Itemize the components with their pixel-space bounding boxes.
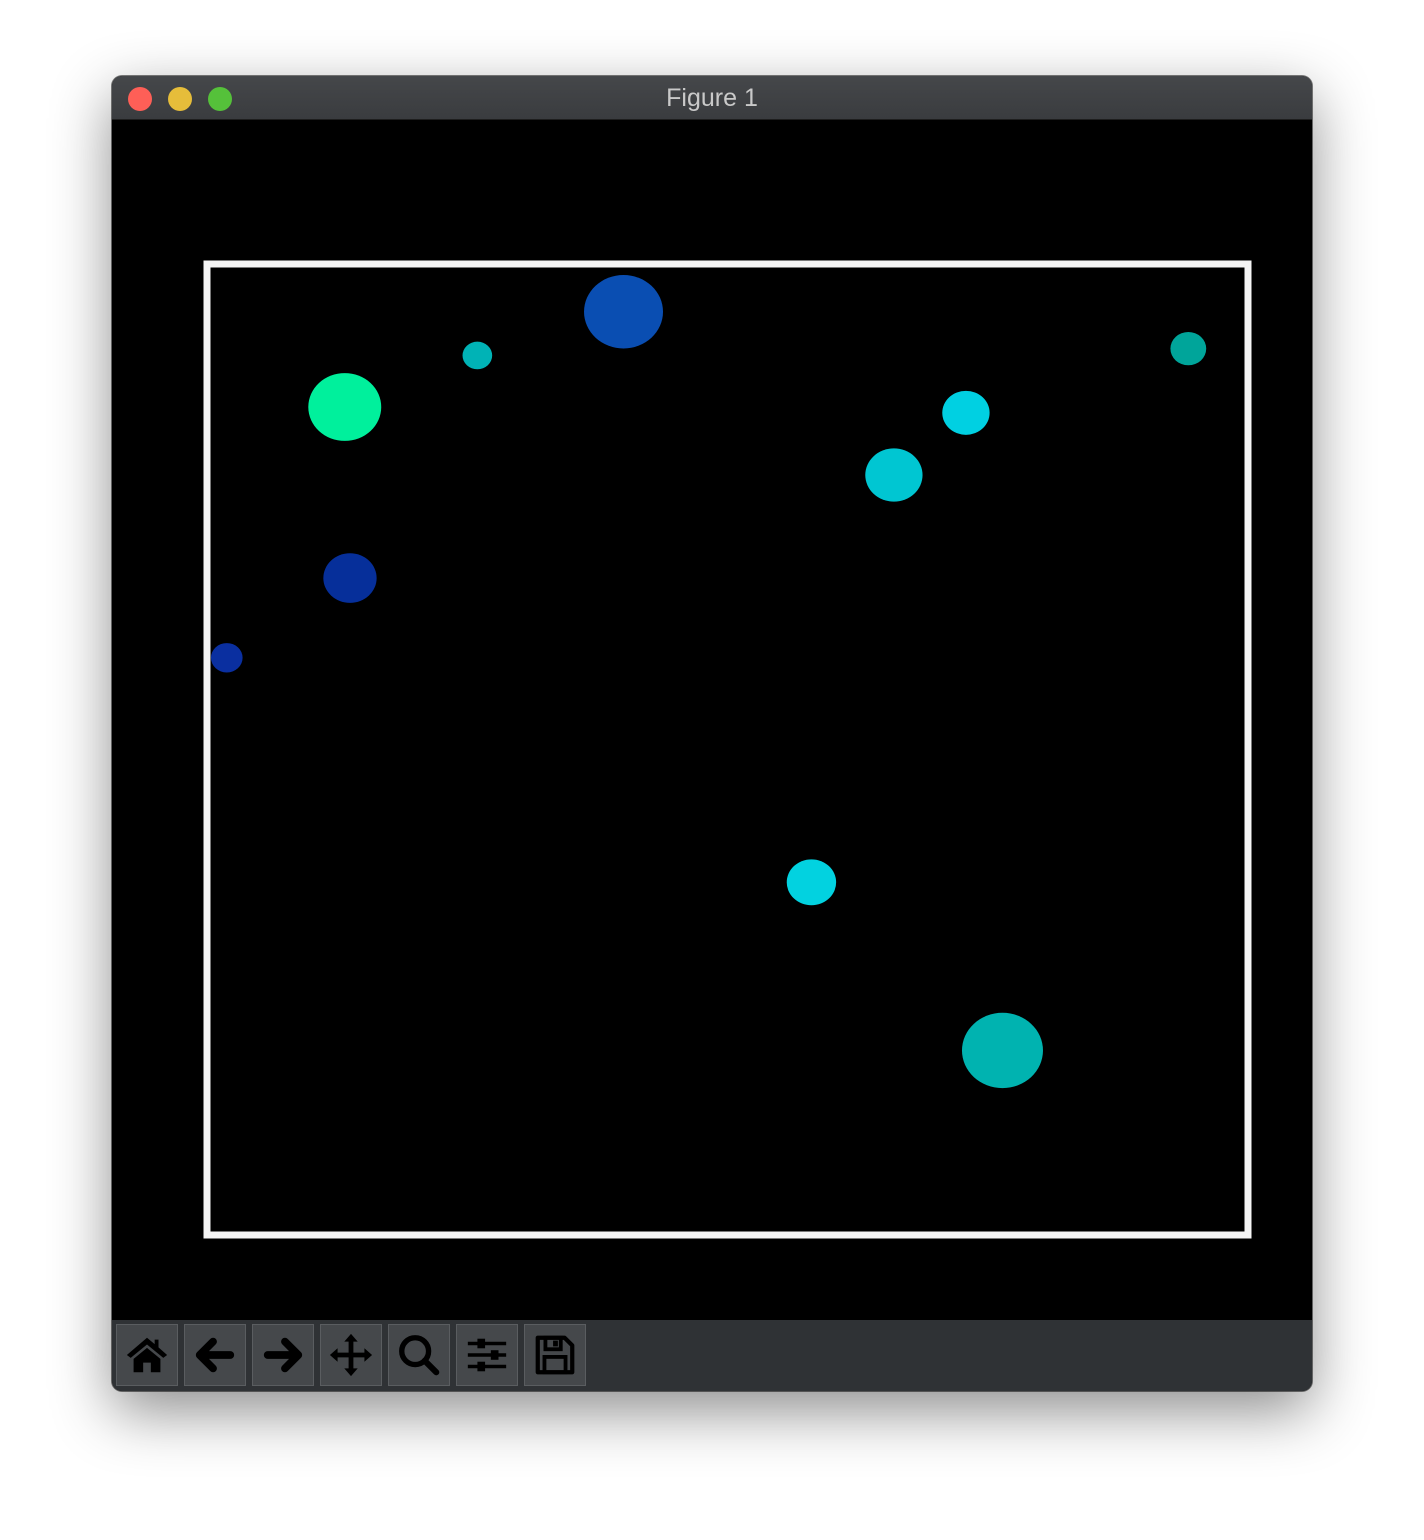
sliders-icon bbox=[467, 1338, 507, 1372]
scatter-point-1 bbox=[584, 275, 664, 349]
navigation-toolbar bbox=[112, 1320, 1312, 1391]
move-arrows-icon bbox=[329, 1333, 373, 1377]
title-bar: Figure 1 bbox=[112, 76, 1312, 120]
home-icon bbox=[126, 1337, 168, 1373]
scatter-point-9 bbox=[786, 859, 837, 906]
figure-window: Figure 1 bbox=[112, 76, 1312, 1391]
home-button[interactable] bbox=[116, 1324, 178, 1386]
scatter-point-2 bbox=[462, 341, 493, 370]
scatter-point-7 bbox=[323, 553, 377, 603]
window-title: Figure 1 bbox=[666, 84, 758, 112]
save-button[interactable] bbox=[524, 1324, 586, 1386]
arrow-left-icon bbox=[195, 1337, 235, 1373]
scatter-point-8 bbox=[210, 643, 243, 673]
scatter-point-6 bbox=[865, 448, 923, 502]
floppy-disk-icon bbox=[535, 1335, 575, 1375]
zoom-button[interactable] bbox=[388, 1324, 450, 1386]
pan-button[interactable] bbox=[320, 1324, 382, 1386]
scatter-point-4 bbox=[1170, 332, 1207, 366]
scatter-plot[interactable] bbox=[112, 120, 1312, 1320]
arrow-right-icon bbox=[263, 1337, 303, 1373]
scatter-point-10 bbox=[961, 1012, 1043, 1089]
figure-canvas[interactable] bbox=[112, 120, 1312, 1320]
magnifier-icon bbox=[399, 1335, 440, 1376]
scatter-point-3 bbox=[308, 373, 382, 441]
forward-button[interactable] bbox=[252, 1324, 314, 1386]
back-button[interactable] bbox=[184, 1324, 246, 1386]
configure-subplots-button[interactable] bbox=[456, 1324, 518, 1386]
scatter-point-5 bbox=[942, 390, 990, 435]
